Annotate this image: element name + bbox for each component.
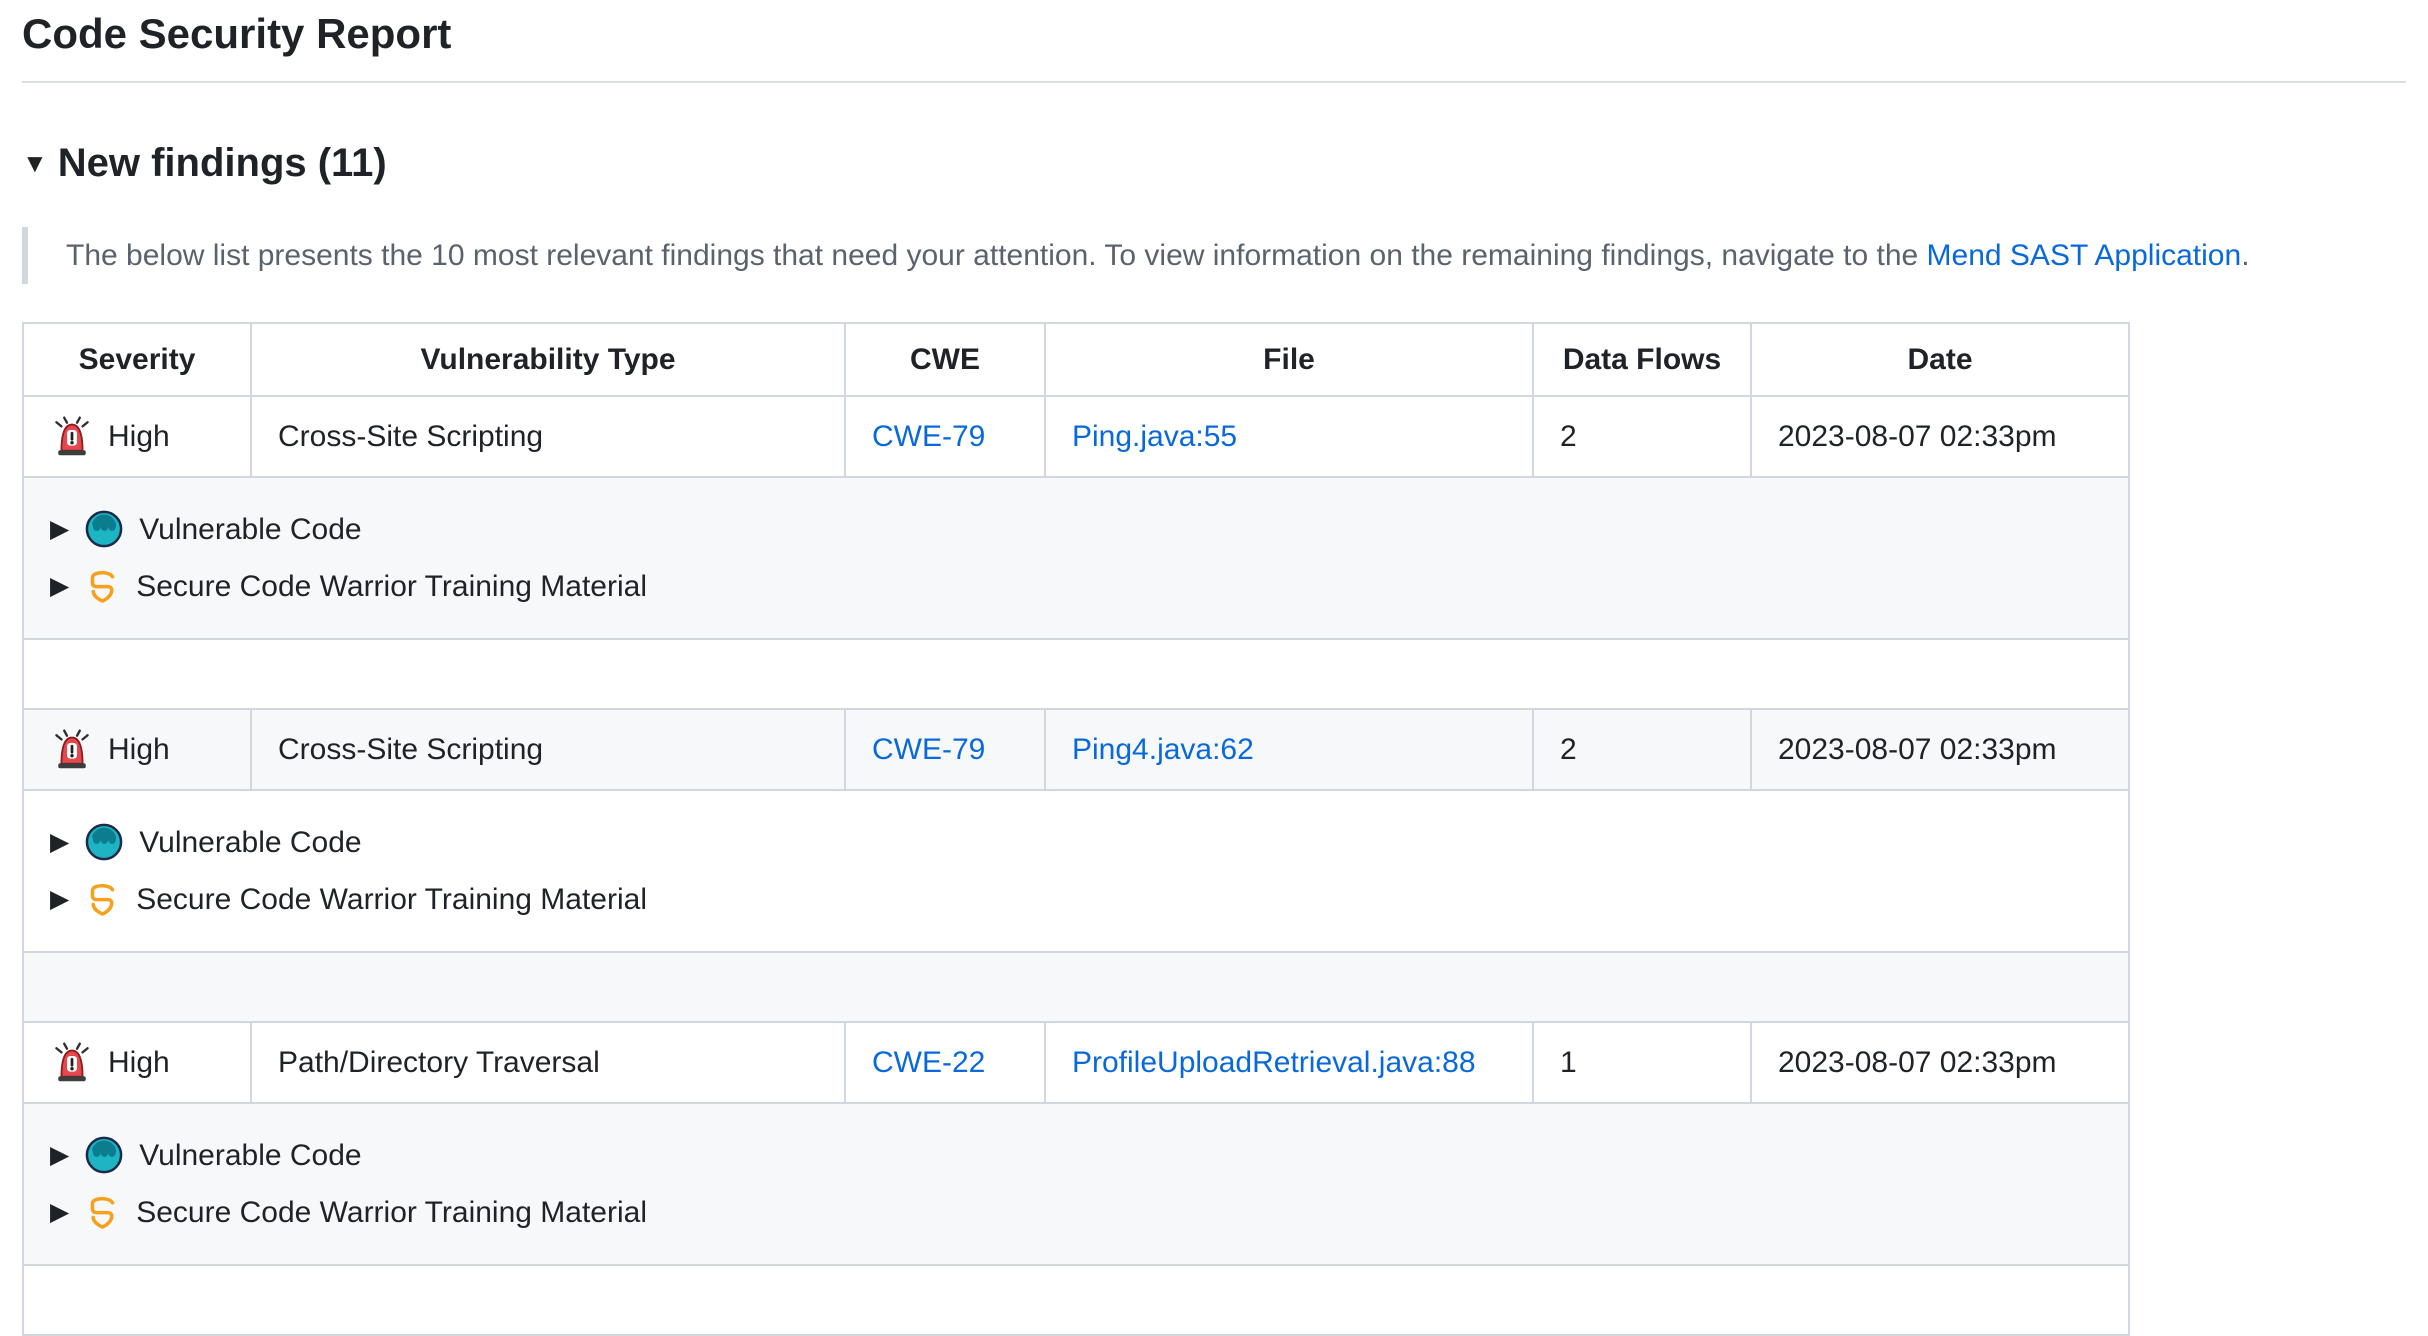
spacer-row — [23, 1265, 2129, 1335]
severity-cell: High — [50, 414, 224, 459]
vulnerable-code-label: Vulnerable Code — [139, 507, 361, 552]
finding-details-row: ▶ Vulnerable Code ▶ Secure Code Warrior … — [23, 477, 2129, 639]
scw-shield-icon — [84, 1191, 121, 1233]
new-findings-title: New findings (11) — [58, 135, 387, 191]
page-title: Code Security Report — [22, 0, 2406, 83]
triangle-right-icon: ▶ — [50, 830, 69, 855]
triangle-down-icon: ▼ — [22, 150, 48, 176]
training-material-label: Secure Code Warrior Training Material — [136, 877, 647, 922]
vulnerable-code-label: Vulnerable Code — [139, 1133, 361, 1178]
vulnerable-code-details: ▶ Vulnerable Code — [50, 1133, 2102, 1178]
severity-label: High — [108, 414, 170, 459]
vulnerability-type-cell: Path/Directory Traversal — [251, 1022, 845, 1103]
new-findings-summary[interactable]: ▼ New findings (11) — [22, 135, 2406, 191]
table-header-row: Severity Vulnerability Type CWE File Dat… — [23, 323, 2129, 396]
training-material-summary[interactable]: ▶ Secure Code Warrior Training Material — [50, 877, 2102, 922]
findings-table: Severity Vulnerability Type CWE File Dat… — [22, 322, 2130, 1336]
spacer-row — [23, 639, 2129, 709]
note-text-end: . — [2241, 239, 2249, 272]
triangle-right-icon: ▶ — [50, 887, 69, 912]
date-cell: 2023-08-07 02:33pm — [1751, 709, 2129, 790]
mend-logo-icon — [84, 822, 124, 862]
severity-cell: High — [50, 1040, 224, 1085]
spacer-row — [23, 952, 2129, 1022]
triangle-right-icon: ▶ — [50, 517, 69, 542]
vulnerable-code-details: ▶ Vulnerable Code — [50, 820, 2102, 865]
vulnerability-type-cell: Cross-Site Scripting — [251, 396, 845, 477]
col-header-vulnerability-type: Vulnerability Type — [251, 323, 845, 396]
col-header-cwe: CWE — [845, 323, 1045, 396]
severity-label: High — [108, 1040, 170, 1085]
data-flows-cell: 1 — [1533, 1022, 1751, 1103]
scw-shield-icon — [84, 878, 121, 920]
severity-label: High — [108, 727, 170, 772]
training-material-label: Secure Code Warrior Training Material — [136, 564, 647, 609]
siren-icon — [50, 727, 94, 771]
findings-note: The below list presents the 10 most rele… — [22, 227, 2406, 284]
finding-details-row: ▶ Vulnerable Code ▶ Secure Code Warrior … — [23, 790, 2129, 952]
training-material-label: Secure Code Warrior Training Material — [136, 1190, 647, 1235]
finding-details-row: ▶ Vulnerable Code ▶ Secure Code Warrior … — [23, 1103, 2129, 1265]
data-flows-cell: 2 — [1533, 396, 1751, 477]
training-material-details: ▶ Secure Code Warrior Training Material — [50, 1190, 2102, 1235]
triangle-right-icon: ▶ — [50, 1200, 69, 1225]
file-link[interactable]: Ping.java:55 — [1072, 420, 1237, 453]
mend-sast-link[interactable]: Mend SAST Application — [1927, 239, 2242, 272]
vulnerable-code-label: Vulnerable Code — [139, 820, 361, 865]
finding-row: High Path/Directory Traversal CWE-22 Pro… — [23, 1022, 2129, 1103]
report-page: Code Security Report ▼ New findings (11)… — [0, 0, 2428, 1336]
mend-logo-icon — [84, 1135, 124, 1175]
vulnerable-code-summary[interactable]: ▶ Vulnerable Code — [50, 1133, 2102, 1178]
scw-shield-icon — [84, 565, 121, 607]
cwe-link[interactable]: CWE-79 — [872, 733, 985, 766]
triangle-right-icon: ▶ — [50, 574, 69, 599]
col-header-file: File — [1045, 323, 1533, 396]
col-header-date: Date — [1751, 323, 2129, 396]
vulnerable-code-summary[interactable]: ▶ Vulnerable Code — [50, 507, 2102, 552]
training-material-summary[interactable]: ▶ Secure Code Warrior Training Material — [50, 564, 2102, 609]
vulnerability-type-cell: Cross-Site Scripting — [251, 709, 845, 790]
vulnerable-code-summary[interactable]: ▶ Vulnerable Code — [50, 820, 2102, 865]
severity-cell: High — [50, 727, 224, 772]
siren-icon — [50, 1040, 94, 1084]
col-header-severity: Severity — [23, 323, 251, 396]
file-link[interactable]: Ping4.java:62 — [1072, 733, 1254, 766]
new-findings-section: ▼ New findings (11) The below list prese… — [22, 135, 2406, 1336]
finding-row: High Cross-Site Scripting CWE-79 Ping.ja… — [23, 396, 2129, 477]
triangle-right-icon: ▶ — [50, 1143, 69, 1168]
note-text: The below list presents the 10 most rele… — [66, 239, 1927, 272]
training-material-details: ▶ Secure Code Warrior Training Material — [50, 564, 2102, 609]
cwe-link[interactable]: CWE-79 — [872, 420, 985, 453]
data-flows-cell: 2 — [1533, 709, 1751, 790]
training-material-details: ▶ Secure Code Warrior Training Material — [50, 877, 2102, 922]
col-header-data-flows: Data Flows — [1533, 323, 1751, 396]
cwe-link[interactable]: CWE-22 — [872, 1046, 985, 1079]
siren-icon — [50, 414, 94, 458]
finding-row: High Cross-Site Scripting CWE-79 Ping4.j… — [23, 709, 2129, 790]
date-cell: 2023-08-07 02:33pm — [1751, 396, 2129, 477]
mend-logo-icon — [84, 509, 124, 549]
vulnerable-code-details: ▶ Vulnerable Code — [50, 507, 2102, 552]
file-link[interactable]: ProfileUploadRetrieval.java:88 — [1072, 1046, 1476, 1079]
date-cell: 2023-08-07 02:33pm — [1751, 1022, 2129, 1103]
training-material-summary[interactable]: ▶ Secure Code Warrior Training Material — [50, 1190, 2102, 1235]
